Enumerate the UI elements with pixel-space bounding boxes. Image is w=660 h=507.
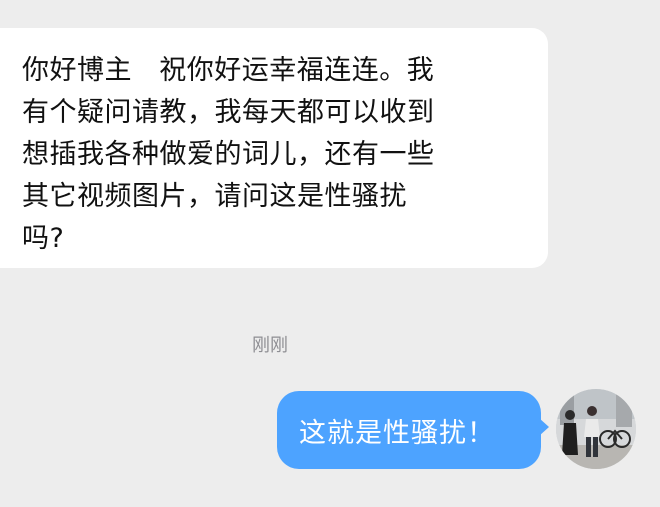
bubble-tail — [539, 418, 549, 436]
outgoing-message-text: 这就是性骚扰！ — [299, 417, 495, 449]
incoming-message-text: 你好博主 祝你好运幸福连连。我 有个疑问请教，我每天都可以收到 想插我各种做爱的… — [22, 55, 435, 254]
message-timestamp: 刚刚 — [252, 335, 288, 356]
avatar-photo-icon — [556, 389, 636, 469]
incoming-message-bubble[interactable]: 你好博主 祝你好运幸福连连。我 有个疑问请教，我每天都可以收到 想插我各种做爱的… — [0, 28, 548, 268]
outgoing-message-bubble[interactable]: 这就是性骚扰！ — [277, 391, 549, 469]
avatar[interactable] — [556, 389, 636, 469]
